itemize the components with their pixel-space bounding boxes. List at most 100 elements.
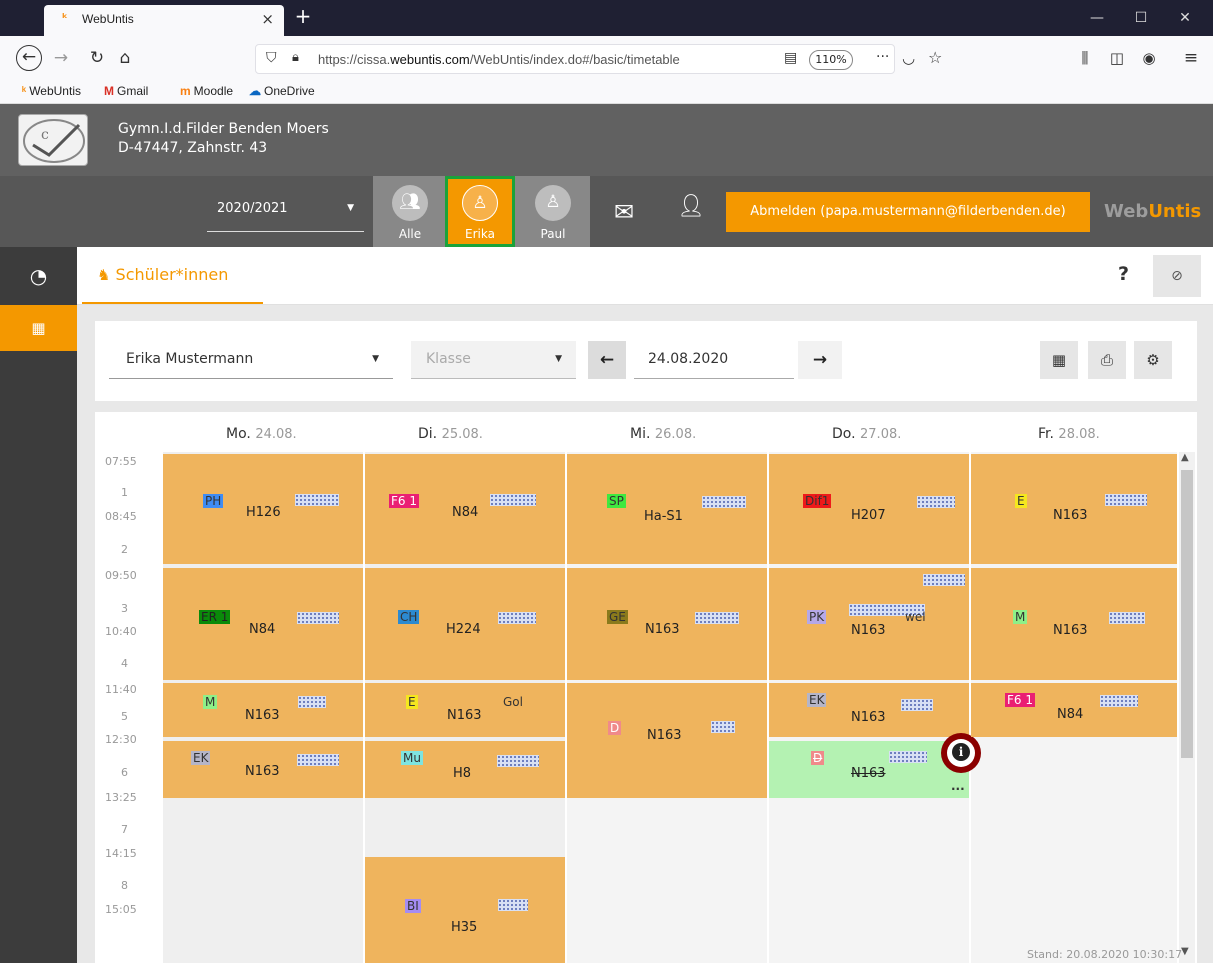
pocket-icon[interactable]: ◡ xyxy=(902,49,915,67)
settings-gear-icon[interactable]: ⚙ xyxy=(1134,341,1172,379)
day-header-do: Do. 27.08. xyxy=(832,426,902,442)
lesson-mi-d[interactable]: D N163 xyxy=(567,683,767,798)
eye-slash-icon[interactable]: ⊘ xyxy=(1153,255,1201,297)
reader-view-icon[interactable]: ▤ xyxy=(784,50,797,66)
day-header-mo: Mo. 24.08. xyxy=(226,426,297,442)
scroll-down-icon[interactable]: ▼ xyxy=(1181,946,1189,957)
lesson-do-pk[interactable]: PK N163 wel xyxy=(769,568,969,680)
student-all-button[interactable]: 👥︎ Alle xyxy=(375,176,445,247)
student-paul-button[interactable]: ♙ Paul xyxy=(518,176,588,247)
forward-arrow-icon[interactable]: → xyxy=(48,45,74,71)
redacted-teacher xyxy=(917,496,955,508)
moodle-icon: m xyxy=(180,84,191,98)
scroll-thumb[interactable] xyxy=(1181,470,1193,758)
time-label: 12:30 xyxy=(105,733,137,746)
timetable-scrollbar[interactable]: ▲ ▼ xyxy=(1179,452,1195,963)
student-select[interactable]: Erika Mustermann ▼ xyxy=(109,341,393,379)
tab-close-icon[interactable]: × xyxy=(261,10,274,28)
lesson-do-d-cancelled[interactable]: D N163 ... xyxy=(769,741,969,798)
hamburger-menu-icon[interactable]: ≡ xyxy=(1178,45,1204,71)
lesson-mo-ph[interactable]: PH H126 xyxy=(163,454,363,564)
day-header-di: Di. 25.08. xyxy=(418,426,483,442)
bookmark-onedrive[interactable]: ☁ OneDrive xyxy=(249,84,315,98)
more-dots[interactable]: ... xyxy=(951,779,965,793)
day-header-mi: Mi. 26.08. xyxy=(630,426,697,442)
close-window-icon[interactable]: ✕ xyxy=(1170,6,1200,30)
date-input[interactable]: 24.08.2020 xyxy=(634,341,794,379)
bookmark-star-icon[interactable]: ☆ xyxy=(928,48,942,67)
lesson-mo-er[interactable]: ER 1 N84 xyxy=(163,568,363,680)
shield-icon[interactable]: ⛉ xyxy=(266,50,277,66)
next-week-arrow-icon[interactable]: → xyxy=(798,341,842,379)
period-label: 7 xyxy=(121,823,128,836)
help-icon[interactable]: ? xyxy=(1118,263,1129,285)
url-bar[interactable]: ⛉ 🔒︎ https://cissa.webuntis.com/WebUntis… xyxy=(255,44,942,74)
redacted-teacher xyxy=(923,574,965,586)
page-title[interactable]: ♞ Schüler*innen xyxy=(97,265,228,284)
lesson-mi-sp[interactable]: SP Ha-S1 xyxy=(567,454,767,564)
last-updated: Stand: 20.08.2020 10:30:17 xyxy=(1027,948,1183,961)
tab-title: WebUntis xyxy=(82,12,134,26)
day-header-fr: Fr. 28.08. xyxy=(1038,426,1100,442)
left-sidebar: ◔ ▦ xyxy=(0,247,77,963)
home-icon[interactable]: ⌂ xyxy=(112,45,138,71)
student-erika-button[interactable]: ♙ Erika xyxy=(445,176,515,247)
mail-icon[interactable]: ✉ xyxy=(614,198,634,226)
browser-tabstrip: ᵏ WebUntis × + — ☐ ✕ xyxy=(0,0,1213,36)
lesson-mo-ek[interactable]: EK N163 xyxy=(163,741,363,798)
lesson-do-dif1[interactable]: Dif1 H207 xyxy=(769,454,969,564)
dashboard-icon[interactable]: ◔ xyxy=(0,247,77,305)
main-content: Erika Mustermann ▼ Klasse ▼ ← 24.08.2020… xyxy=(77,305,1213,963)
calendar-picker-icon[interactable]: ▦ xyxy=(1040,341,1078,379)
chevron-down-icon: ▼ xyxy=(555,354,562,364)
lesson-di-mu[interactable]: Mu H8 xyxy=(365,741,565,798)
back-arrow-icon[interactable]: ← xyxy=(16,45,42,71)
user-avatar-icon: ♙ xyxy=(462,185,498,221)
sidebar-toggle-icon[interactable]: ◫ xyxy=(1104,45,1130,71)
lesson-di-bi[interactable]: BI H35 xyxy=(365,857,565,963)
lesson-mi-ge[interactable]: GE N163 xyxy=(567,568,767,680)
period-label: 6 xyxy=(121,766,128,779)
lesson-di-f6[interactable]: F6 1 N84 xyxy=(365,454,565,564)
app-header: c Gymn.I.d.Filder Benden Moers D-47447, … xyxy=(0,104,1213,247)
lesson-di-e[interactable]: E N163 Gol xyxy=(365,683,565,737)
group-icon: 👥︎ xyxy=(392,185,428,221)
bookmark-webuntis[interactable]: ᵏ WebUntis xyxy=(22,84,81,98)
minimize-icon[interactable]: — xyxy=(1082,6,1112,30)
logout-button[interactable]: Abmelden (papa.mustermann@filderbenden.d… xyxy=(726,192,1090,232)
school-year-select[interactable]: 2020/2021 ▼ xyxy=(207,194,364,232)
browser-tab[interactable]: ᵏ WebUntis × xyxy=(44,5,284,36)
lesson-do-ek[interactable]: EK N163 xyxy=(769,683,969,737)
print-icon[interactable]: ⎙ xyxy=(1088,341,1126,379)
bookmark-gmail[interactable]: M Gmail xyxy=(104,84,148,98)
account-icon[interactable]: ◉ xyxy=(1136,45,1162,71)
lesson-fr-f6[interactable]: F6 1 N84 xyxy=(971,683,1177,737)
zoom-level[interactable]: 110% xyxy=(809,50,853,70)
period-label: 8 xyxy=(121,879,128,892)
student-icon: ♞ xyxy=(97,266,111,284)
calendar-icon[interactable]: ▦ xyxy=(0,305,77,351)
lesson-di-ch[interactable]: CH H224 xyxy=(365,568,565,680)
bookmark-moodle[interactable]: m Moodle xyxy=(180,84,233,98)
lesson-fr-m[interactable]: M N163 xyxy=(971,568,1177,680)
class-select[interactable]: Klasse ▼ xyxy=(411,341,576,379)
page-header: ♞ Schüler*innen ? ⊘ xyxy=(77,247,1213,305)
time-label: 07:55 xyxy=(105,455,137,468)
time-label: 13:25 xyxy=(105,791,137,804)
library-icon[interactable]: ⫼ xyxy=(1072,45,1098,71)
redacted-teacher xyxy=(1100,695,1138,707)
more-actions-icon[interactable]: ··· xyxy=(876,49,889,65)
user-profile-icon[interactable]: 👤︎ xyxy=(677,194,705,219)
previous-week-arrow-icon[interactable]: ← xyxy=(588,341,626,379)
new-tab-button[interactable]: + xyxy=(290,5,316,29)
lesson-fr-e[interactable]: E N163 xyxy=(971,454,1177,564)
bookmarks-bar: ᵏ WebUntis M Gmail m Moodle ☁ OneDrive xyxy=(0,80,1213,104)
info-icon[interactable]: i xyxy=(941,733,981,773)
scroll-up-icon[interactable]: ▲ xyxy=(1181,452,1189,463)
redacted-teacher xyxy=(889,751,927,763)
lesson-mo-m[interactable]: M N163 xyxy=(163,683,363,737)
reload-icon[interactable]: ↻ xyxy=(84,45,110,71)
maximize-icon[interactable]: ☐ xyxy=(1126,6,1156,30)
student-switcher: 👥︎ Alle ♙ Erika ♙ Paul xyxy=(373,176,590,247)
lock-icon[interactable]: 🔒︎ xyxy=(292,50,299,65)
